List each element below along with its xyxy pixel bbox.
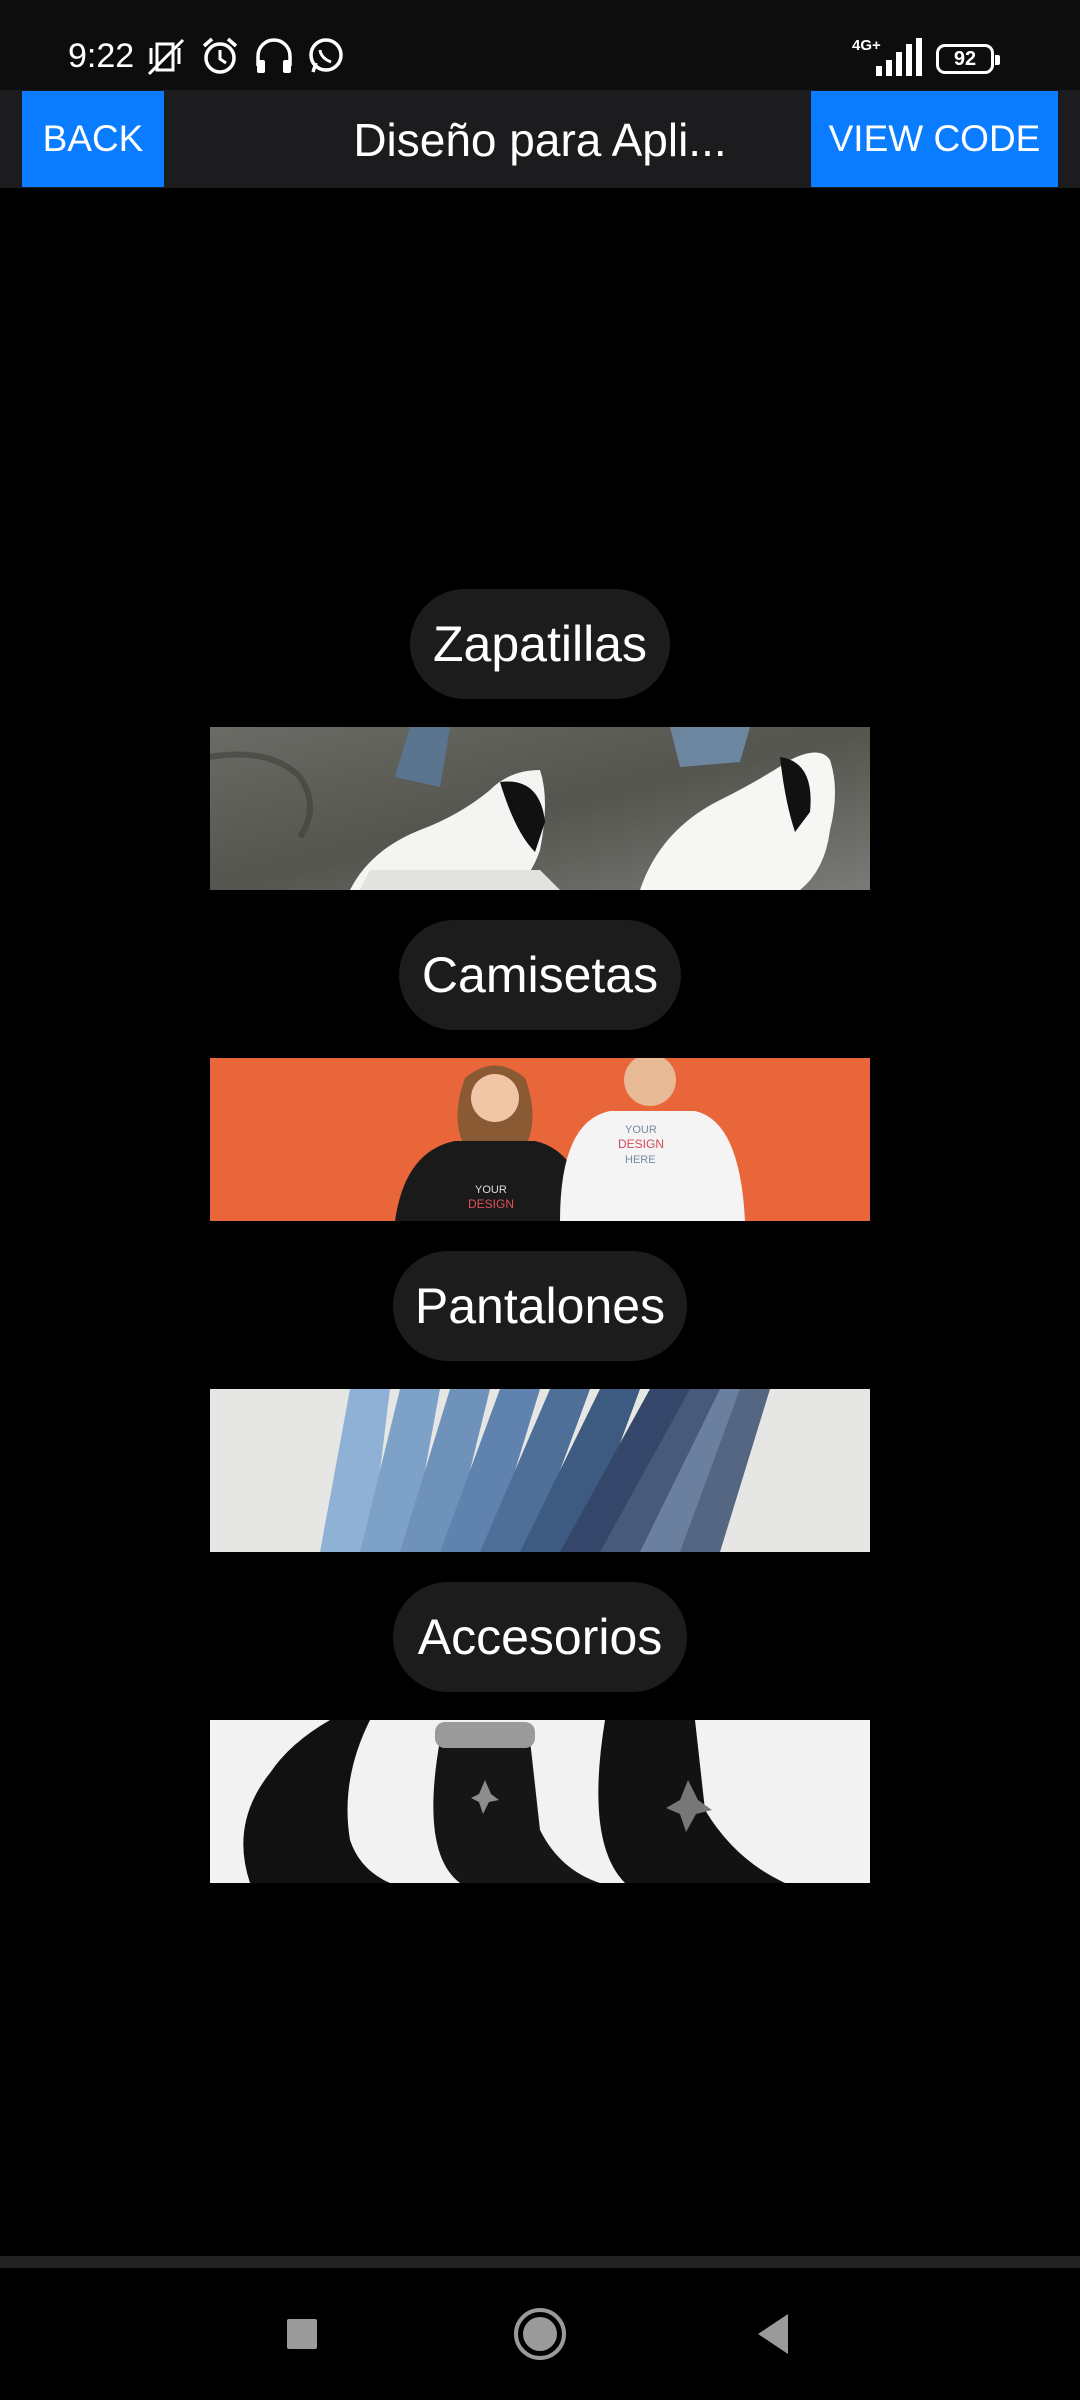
status-time: 9:22 bbox=[68, 37, 135, 75]
headphones-icon bbox=[256, 38, 292, 73]
folded-jeans-photo bbox=[210, 1389, 870, 1552]
white-sneakers-photo bbox=[210, 727, 870, 890]
couple-tshirts-photo: YOUR DESIGN YOUR DESIGN HERE bbox=[210, 1058, 870, 1221]
view-code-button[interactable]: VIEW CODE bbox=[811, 91, 1058, 187]
page-title: Diseño para Apli... bbox=[353, 114, 727, 166]
tshirt-text-your-dark: YOUR bbox=[475, 1184, 507, 1196]
tshirt-text-here-light: HERE bbox=[625, 1154, 656, 1166]
home-circle-icon[interactable] bbox=[508, 2302, 572, 2366]
tshirt-text-design-light: DESIGN bbox=[618, 1137, 664, 1151]
recents-square-icon[interactable] bbox=[270, 2302, 334, 2366]
back-button[interactable]: BACK bbox=[22, 91, 164, 187]
vibrate-off-icon bbox=[147, 38, 185, 76]
banner-accesorios[interactable] bbox=[210, 1720, 870, 1883]
back-triangle-icon[interactable] bbox=[742, 2302, 806, 2366]
category-pill-zapatillas[interactable]: Zapatillas bbox=[410, 589, 670, 699]
tshirt-text-design-dark: DESIGN bbox=[468, 1197, 514, 1211]
signal-icon bbox=[876, 38, 922, 76]
category-pill-accesorios[interactable]: Accesorios bbox=[393, 1582, 687, 1692]
category-pill-camisetas[interactable]: Camisetas bbox=[399, 920, 681, 1030]
banner-zapatillas[interactable] bbox=[210, 727, 870, 890]
battery-icon: 92 bbox=[936, 44, 1000, 74]
battery-level: 92 bbox=[953, 48, 977, 70]
banner-camisetas[interactable]: YOUR DESIGN YOUR DESIGN HERE bbox=[210, 1058, 870, 1221]
alarm-icon bbox=[202, 37, 238, 74]
tshirt-text-your-light: YOUR bbox=[625, 1124, 657, 1136]
banner-pantalones[interactable] bbox=[210, 1389, 870, 1552]
black-socks-photo bbox=[210, 1720, 870, 1883]
category-pill-pantalones[interactable]: Pantalones bbox=[393, 1251, 687, 1361]
nav-divider bbox=[0, 2256, 1080, 2268]
whatsapp-icon bbox=[309, 38, 343, 73]
